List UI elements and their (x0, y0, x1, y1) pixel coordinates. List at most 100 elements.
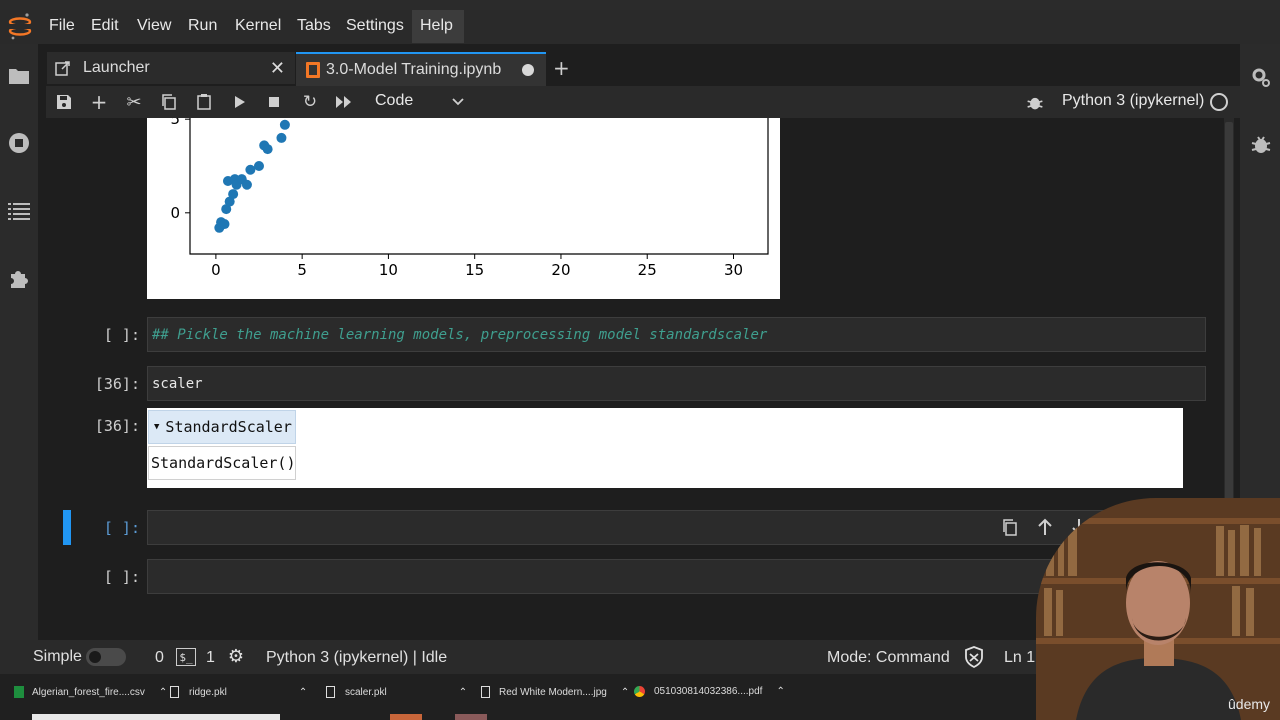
debugger-icon[interactable] (1250, 133, 1272, 155)
new-tab-plus-icon[interactable]: + (553, 56, 570, 80)
kernel-status-text[interactable]: Python 3 (ipykernel) | Idle (266, 649, 447, 667)
simple-mode-toggle[interactable] (86, 648, 126, 666)
download-item[interactable]: ridge.pkl ⌃ (170, 686, 307, 698)
table-of-contents-icon[interactable] (6, 198, 32, 224)
download-filename: Algerian_forest_fire....csv (32, 686, 145, 698)
taskbar-strip (32, 714, 280, 720)
cell-prompt: [ ]: (103, 519, 140, 537)
cell-code-text: scaler (152, 375, 203, 392)
stop-kernel-icon[interactable] (264, 92, 284, 112)
cursor-position[interactable]: Ln 1, (1004, 649, 1040, 667)
webcam-overlay: ûdemy (1036, 498, 1280, 720)
estimator-name: StandardScaler (165, 418, 292, 436)
chevron-up-icon[interactable]: ⌃ (299, 687, 307, 698)
kernel-debug-icon[interactable] (1026, 93, 1044, 111)
scatter-point (254, 161, 265, 171)
chevron-down-icon[interactable] (451, 94, 465, 108)
running-kernels-icon[interactable] (6, 130, 32, 156)
y-tick-label: 0 (170, 204, 180, 222)
x-tick-label: 5 (297, 261, 307, 279)
triangle-down-icon: ▼ (154, 422, 160, 432)
kernel-status-icon (1210, 93, 1228, 111)
scatter-point (245, 164, 256, 175)
chevron-up-icon[interactable]: ⌃ (621, 687, 629, 698)
cut-icon[interactable]: ✂ (124, 92, 144, 113)
tab-launcher[interactable]: Launcher ✕ (47, 52, 295, 84)
duplicate-cell-icon[interactable] (1002, 519, 1018, 537)
cell-input-code[interactable]: scaler (147, 366, 1206, 401)
cell-type-select[interactable]: Code (375, 92, 413, 110)
download-filename: ridge.pkl (189, 686, 227, 698)
cell-prompt: [ ]: (103, 568, 140, 586)
udemy-watermark: ûdemy (1228, 696, 1271, 712)
restart-kernel-icon[interactable]: ↻ (300, 92, 320, 112)
extensions-icon[interactable] (6, 265, 32, 291)
simple-mode-label: Simple (33, 648, 82, 665)
notebook-toolbar (46, 86, 1240, 118)
add-cell-icon[interactable]: + (89, 90, 109, 114)
scatter-point (262, 144, 273, 155)
estimator-output (147, 408, 1183, 488)
download-item[interactable]: scaler.pkl ⌃ (326, 686, 467, 698)
menu-tabs[interactable]: Tabs (297, 17, 331, 35)
save-icon[interactable] (54, 92, 74, 112)
scatter-point (276, 132, 287, 143)
menu-edit[interactable]: Edit (91, 17, 119, 35)
notebook-icon (306, 62, 320, 78)
move-up-icon[interactable] (1037, 518, 1053, 536)
menu-settings[interactable]: Settings (346, 17, 404, 35)
run-cell-icon[interactable] (230, 92, 250, 112)
chevron-up-icon[interactable]: ⌃ (459, 687, 467, 698)
menu-help[interactable]: Help (420, 17, 453, 35)
download-item[interactable]: Algerian_forest_fire....csv ⌃ (14, 686, 167, 698)
close-tab-icon[interactable]: ✕ (270, 58, 285, 79)
scatter-point (241, 179, 252, 190)
estimator-header[interactable]: ▼ StandardScaler (148, 410, 296, 444)
property-inspector-icon[interactable] (1250, 66, 1272, 88)
x-tick-label: 30 (724, 261, 743, 279)
menu-file[interactable]: File (49, 17, 75, 35)
download-filename: Red White Modern....jpg (499, 686, 607, 698)
paste-icon[interactable] (194, 92, 214, 112)
x-tick-label: 25 (638, 261, 657, 279)
tab-notebook-label: 3.0-Model Training.ipynb (326, 61, 502, 78)
scrollbar-thumb[interactable] (1225, 122, 1233, 516)
x-tick-label: 10 (379, 261, 398, 279)
copy-icon[interactable] (159, 92, 179, 112)
kernel-name[interactable]: Python 3 (ipykernel) (1062, 92, 1204, 110)
menu-view[interactable]: View (137, 17, 171, 35)
unsaved-dot-icon[interactable] (522, 64, 534, 76)
download-item[interactable]: Red White Modern....jpg ⌃ (481, 686, 629, 698)
plot-output: 0 5 10 15 20 25 30 0 5 (147, 73, 780, 299)
file-icon (170, 686, 179, 698)
cell-input-markdown[interactable]: ## Pickle the machine learning models, p… (147, 317, 1206, 352)
chevron-up-icon[interactable]: ⌃ (159, 687, 167, 698)
menu-kernel[interactable]: Kernel (235, 17, 281, 35)
restart-run-all-icon[interactable] (334, 92, 354, 112)
menu-run[interactable]: Run (188, 17, 217, 35)
image-file-icon (481, 686, 490, 698)
x-tick-label: 20 (551, 261, 570, 279)
kernel-count: 1 (206, 649, 215, 666)
scatter-point (219, 219, 230, 230)
taskbar-app-marker (390, 714, 422, 720)
spreadsheet-file-icon (14, 686, 24, 698)
security-shield-icon[interactable] (964, 646, 984, 669)
scatter-plot: 0 5 10 15 20 25 30 0 5 (170, 73, 769, 279)
download-filename: scaler.pkl (345, 686, 387, 698)
download-item[interactable]: 051030814032386....pdf ⌃ (634, 686, 785, 697)
chevron-up-icon[interactable]: ⌃ (776, 686, 784, 697)
file-icon (326, 686, 335, 698)
cell-code-text: ## Pickle the machine learning models, p… (152, 326, 768, 343)
output-prompt: [36]: (94, 417, 140, 435)
estimator-repr: StandardScaler() (148, 446, 296, 480)
y-tick-label: 5 (170, 118, 180, 128)
tab-notebook[interactable]: 3.0-Model Training.ipynb (296, 52, 546, 86)
scatter-point (279, 119, 290, 130)
jupyter-logo-icon (8, 12, 32, 40)
folder-icon[interactable] (6, 63, 32, 89)
kernel-gear-icon[interactable]: ⚙ (226, 647, 246, 667)
tab-launcher-label: Launcher (83, 59, 150, 76)
terminal-icon[interactable]: $_ (176, 648, 196, 666)
taskbar-app-marker (455, 714, 487, 720)
